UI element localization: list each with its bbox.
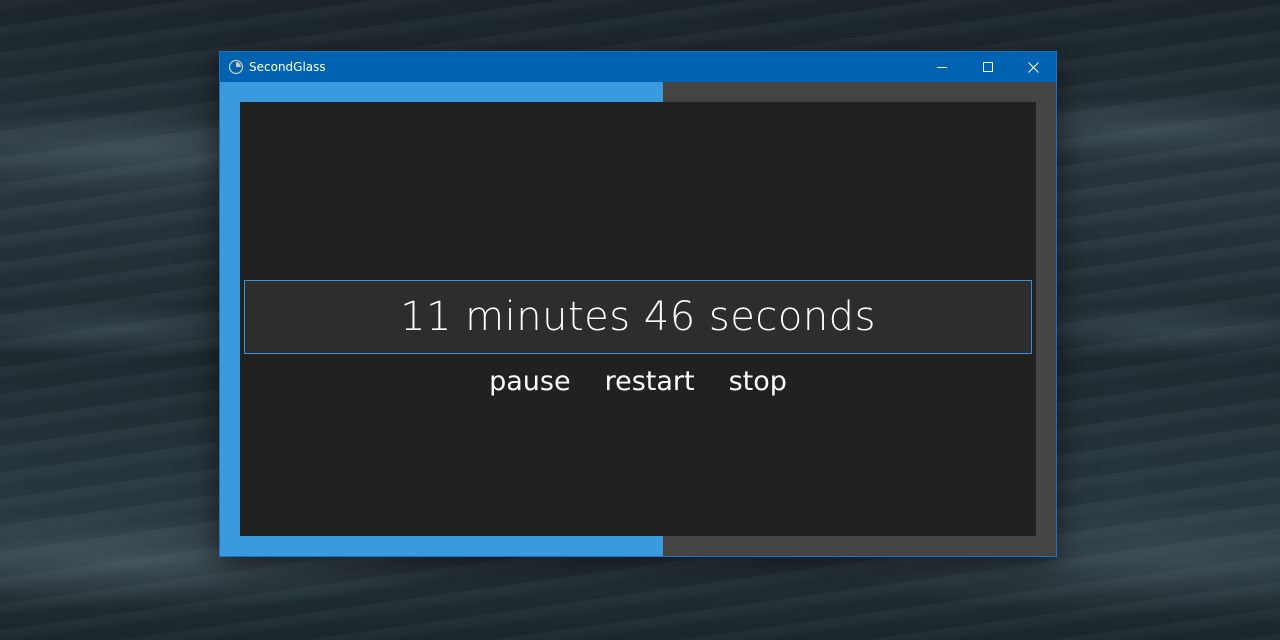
app-window: SecondGlass 11 minutes 46 seconds pause … [219, 51, 1057, 557]
timer-panel: 11 minutes 46 seconds pause restart stop [240, 102, 1036, 536]
minimize-icon [937, 67, 947, 68]
time-remaining-display[interactable]: 11 minutes 46 seconds [244, 280, 1032, 354]
maximize-icon [983, 62, 993, 72]
pause-button[interactable]: pause [488, 364, 571, 408]
timer-content: 11 minutes 46 seconds pause restart stop [220, 82, 1056, 556]
maximize-button[interactable] [965, 52, 1011, 82]
title-bar[interactable]: SecondGlass [220, 52, 1056, 82]
minimize-button[interactable] [919, 52, 965, 82]
window-title: SecondGlass [249, 60, 326, 74]
stop-button[interactable]: stop [728, 364, 788, 408]
close-icon [1027, 61, 1039, 73]
clock-icon [228, 59, 244, 75]
close-button[interactable] [1010, 52, 1056, 82]
restart-button[interactable]: restart [604, 364, 696, 408]
timer-controls: pause restart stop [240, 364, 1036, 408]
